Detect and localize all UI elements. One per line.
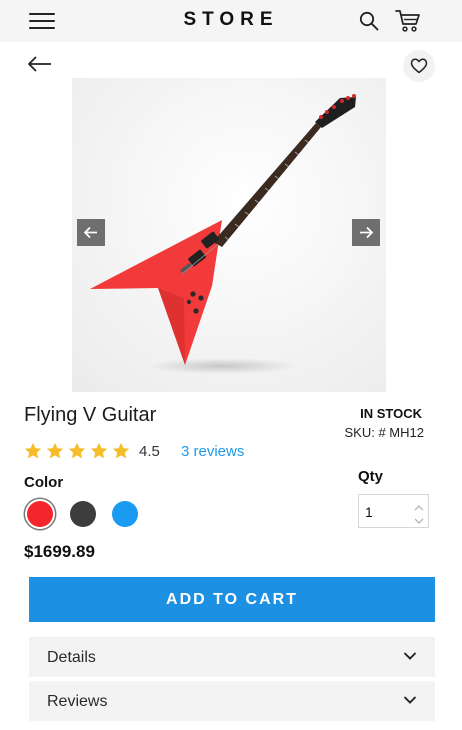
carousel-next-button[interactable] [352,219,380,246]
arrow-left-icon [83,226,97,239]
search-icon[interactable] [359,11,379,31]
rating-value: 4.5 [139,443,160,460]
quantity-stepper[interactable]: 1 [358,494,429,528]
top-bar: STORE [0,0,462,42]
guitar-illustration [90,94,356,374]
chevron-down-icon [403,696,417,704]
qty-decrement-icon[interactable] [412,513,426,524]
star-icon [68,442,86,459]
chevron-down-icon [403,652,417,660]
color-label: Color [24,474,64,491]
qty-value[interactable]: 1 [365,504,373,520]
star-icon [90,442,108,459]
favorite-button[interactable] [403,50,435,82]
reviews-label: Reviews [47,693,108,710]
reviews-accordion[interactable]: Reviews [29,681,435,721]
add-to-cart-button[interactable]: ADD TO CART [29,577,435,622]
heart-icon [410,58,428,74]
qty-increment-icon[interactable] [412,500,426,511]
cart-icon[interactable] [395,9,421,33]
color-swatch-blue[interactable] [112,501,138,527]
arrow-right-icon [360,226,374,239]
color-swatch-red[interactable] [27,501,53,527]
store-title: STORE [183,9,279,30]
reviews-link[interactable]: 3 reviews [181,443,244,460]
stock-status: IN STOCK [360,406,422,421]
rating-stars [22,441,132,461]
star-icon [112,442,130,459]
details-label: Details [47,649,96,666]
sku-label: SKU: # MH12 [344,425,424,440]
star-icon [24,442,42,459]
carousel-prev-button[interactable] [77,219,105,246]
product-image [72,78,386,392]
qty-label: Qty [358,468,384,485]
product-price: $1699.89 [24,542,95,561]
star-icon [46,442,64,459]
color-swatch-dark-gray[interactable] [70,501,96,527]
details-accordion[interactable]: Details [29,637,435,677]
product-name: Flying V Guitar [24,404,157,426]
back-arrow-icon[interactable] [27,53,53,75]
